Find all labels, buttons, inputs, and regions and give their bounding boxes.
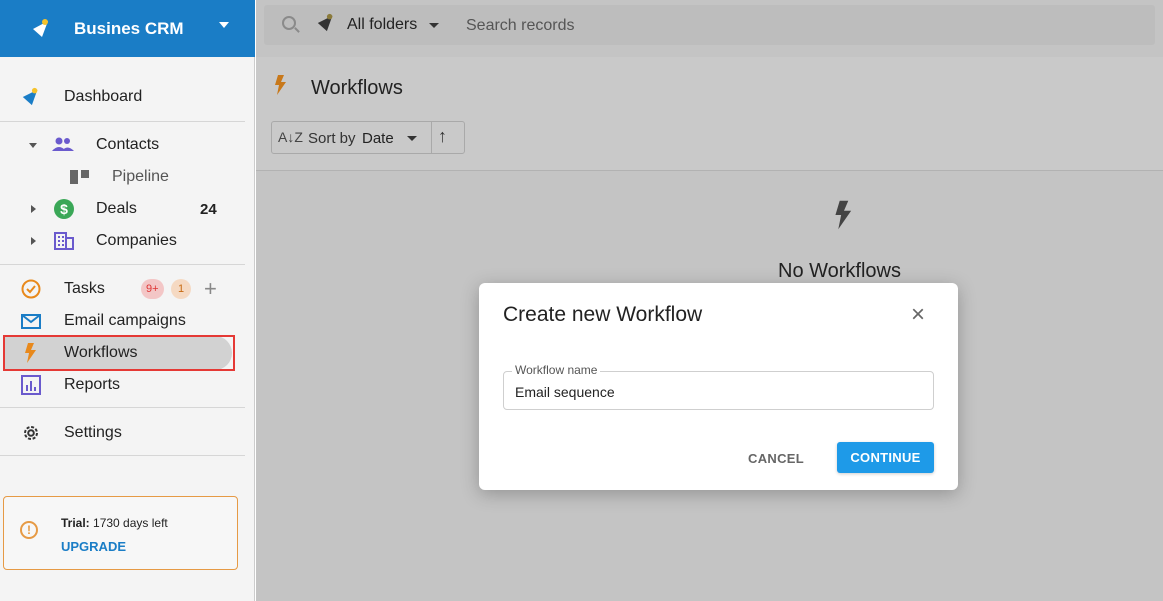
sort-dropdown[interactable]: Date: [362, 130, 394, 147]
page-title: Workflows: [311, 77, 403, 99]
lightning-icon: [835, 200, 852, 230]
empty-state-title: No Workflows: [778, 260, 901, 282]
brand-logo-icon: [33, 18, 48, 37]
people-icon: [52, 134, 74, 156]
trial-text: Trial: 1730 days left: [61, 516, 168, 530]
create-workflow-dialog: Create new Workflow × Workflow name CANC…: [479, 283, 958, 490]
sidebar-item-companies[interactable]: Companies: [0, 226, 255, 256]
sidebar-divider: [0, 121, 245, 122]
close-icon[interactable]: ×: [906, 303, 930, 327]
field-label: Workflow name: [512, 363, 601, 377]
workflow-name-input[interactable]: [515, 384, 915, 400]
sort-control: A↓Z Sort by Date ↑: [271, 121, 465, 154]
sidebar-item-label: Email campaigns: [64, 312, 186, 329]
sidebar-item-tasks[interactable]: Tasks 9+ 1 +: [0, 274, 255, 304]
sidebar-item-label: Dashboard: [64, 88, 143, 105]
sort-direction-arrow-icon[interactable]: ↑: [438, 126, 447, 147]
sidebar-item-label: Pipeline: [112, 168, 169, 185]
page-header: Workflows A↓Z Sort by Date ↑: [256, 57, 1163, 171]
upgrade-link[interactable]: UPGRADE: [61, 539, 126, 554]
add-task-icon[interactable]: +: [204, 276, 217, 302]
deals-count: 24: [200, 200, 217, 218]
email-icon: [20, 310, 42, 332]
svg-text:$: $: [60, 201, 68, 217]
building-icon: [53, 230, 75, 252]
sidebar: Busines CRM Dashboard Contacts Pipeline …: [0, 0, 255, 601]
expand-down-icon[interactable]: [29, 142, 37, 148]
search-icon[interactable]: [282, 16, 296, 30]
search-bar: All folders Search records: [264, 5, 1155, 45]
sidebar-item-label: Companies: [96, 232, 177, 249]
dialog-title: Create new Workflow: [503, 303, 703, 326]
dashboard-icon: [20, 86, 42, 108]
trial-days-left: 1730 days left: [93, 516, 168, 530]
check-circle-icon: [20, 278, 42, 300]
chevron-down-icon: [429, 23, 439, 28]
sidebar-divider: [0, 455, 245, 456]
sidebar-item-deals[interactable]: $ Deals 24: [0, 194, 255, 224]
trial-card: ! Trial: 1730 days left UPGRADE: [3, 496, 238, 570]
reports-icon: [20, 374, 42, 396]
cancel-button[interactable]: CANCEL: [740, 443, 812, 473]
brand-switcher[interactable]: Busines CRM: [0, 0, 255, 57]
sidebar-divider: [0, 264, 245, 265]
sidebar-divider: [0, 407, 245, 408]
sidebar-item-dashboard[interactable]: Dashboard: [0, 82, 255, 112]
sidebar-item-label: Contacts: [96, 136, 160, 153]
sidebar-item-label: Settings: [64, 424, 122, 441]
folders-logo-icon: [317, 13, 333, 32]
chevron-down-icon: [407, 136, 417, 141]
sidebar-item-reports[interactable]: Reports: [0, 370, 255, 400]
trial-prefix: Trial:: [61, 516, 90, 530]
today-tasks-badge: 1: [171, 279, 191, 299]
dollar-icon: $: [53, 198, 75, 220]
workflow-name-field: Workflow name: [503, 363, 934, 410]
brand-name: Busines CRM: [74, 18, 184, 38]
sidebar-item-label: Reports: [64, 376, 121, 393]
sidebar-item-settings[interactable]: Settings: [0, 418, 255, 448]
pipeline-icon: [69, 166, 91, 188]
chevron-down-icon: [219, 22, 229, 28]
lightning-icon: [275, 75, 286, 95]
sidebar-item-label: Deals: [96, 200, 137, 217]
expand-right-icon[interactable]: [31, 205, 36, 213]
expand-right-icon[interactable]: [31, 237, 36, 245]
warning-icon: !: [20, 521, 38, 539]
workflows-highlight-box: [3, 335, 235, 371]
overdue-tasks-badge: 9+: [141, 279, 164, 299]
sidebar-item-email-campaigns[interactable]: Email campaigns: [0, 306, 255, 336]
sort-az-icon: A↓Z: [278, 129, 303, 145]
gear-icon: [20, 422, 42, 444]
sidebar-item-pipeline[interactable]: Pipeline: [0, 162, 255, 192]
sort-divider: [431, 122, 432, 153]
folders-dropdown[interactable]: All folders: [347, 16, 417, 34]
sidebar-item-label: Tasks: [64, 280, 105, 297]
sort-label: Sort by: [308, 130, 356, 147]
search-input[interactable]: Search records: [466, 17, 575, 35]
continue-button[interactable]: CONTINUE: [837, 442, 934, 473]
sidebar-item-contacts[interactable]: Contacts: [0, 130, 255, 160]
